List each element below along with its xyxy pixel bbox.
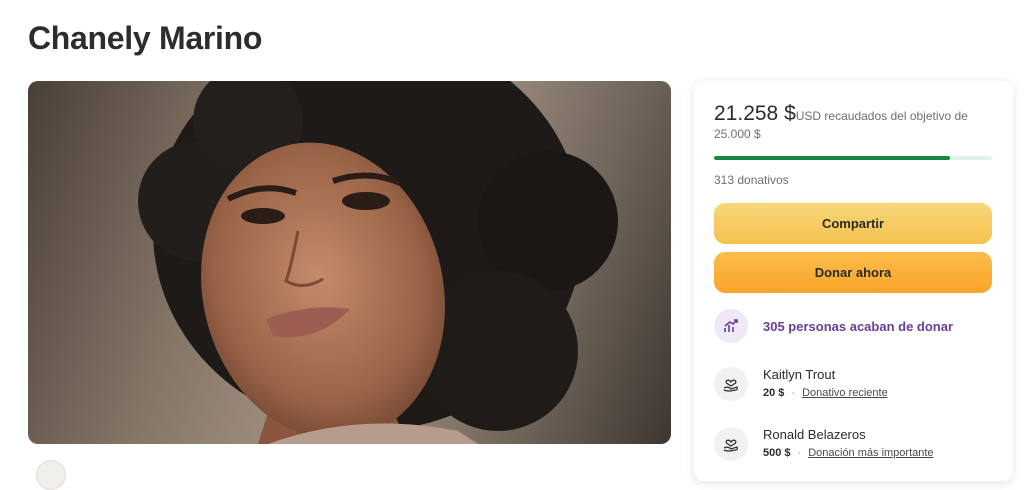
recent-donors-summary[interactable]: 305 personas acaban de donar <box>714 309 953 343</box>
page-title: Chanely Marino <box>28 20 263 56</box>
heart-hand-icon <box>714 367 748 401</box>
trend-up-icon <box>714 309 748 343</box>
donor-item: Kaitlyn Trout 20 $ · Donativo reciente <box>714 365 888 403</box>
raised-summary: 21.258 $USD recaudados del objetivo de 2… <box>714 102 984 143</box>
share-button[interactable]: Compartir <box>714 203 992 244</box>
donor-amount: 20 $ <box>763 387 785 399</box>
donations-count: 313 donativos <box>714 173 789 187</box>
donate-now-button[interactable]: Donar ahora <box>714 252 992 293</box>
recent-donors-label: 305 personas acaban de donar <box>763 318 954 334</box>
progress-bar <box>714 156 992 160</box>
donation-card: 21.258 $USD recaudados del objetivo de 2… <box>694 81 1013 481</box>
campaign-photo <box>28 81 671 444</box>
donor-name: Kaitlyn Trout <box>763 367 836 382</box>
organizer-avatar <box>36 460 66 490</box>
heart-hand-icon <box>714 427 748 461</box>
progress-fill <box>714 156 951 160</box>
donor-item: Ronald Belazeros 500 $ · Donación más impo… <box>714 425 934 463</box>
raised-amount: 21.258 $ <box>714 102 796 125</box>
donor-amount: 500 $ <box>763 447 791 459</box>
donor-tag-link[interactable]: Donación más importante <box>808 447 933 459</box>
donor-tag-link[interactable]: Donativo reciente <box>802 387 888 399</box>
donor-name: Ronald Belazeros <box>763 427 866 442</box>
